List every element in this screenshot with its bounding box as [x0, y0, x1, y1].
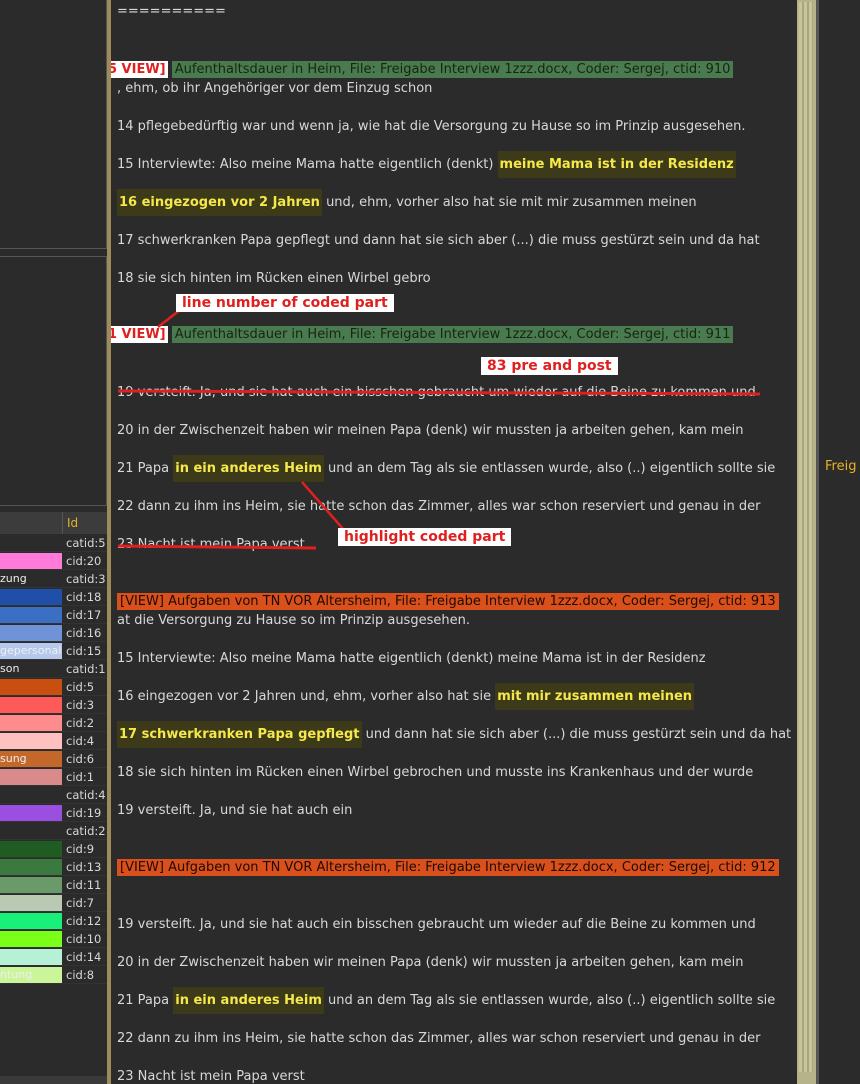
strike-line-bottom: [117, 544, 317, 550]
annotation-line-number: line number of coded part: [176, 294, 394, 312]
annotation-pre-post: 83 pre and post: [481, 357, 618, 375]
pointer-line-number: [157, 309, 181, 328]
annotation-highlight: highlight coded part: [338, 528, 512, 546]
pointer-highlight: [301, 481, 345, 531]
strike-line-top: [117, 389, 761, 396]
